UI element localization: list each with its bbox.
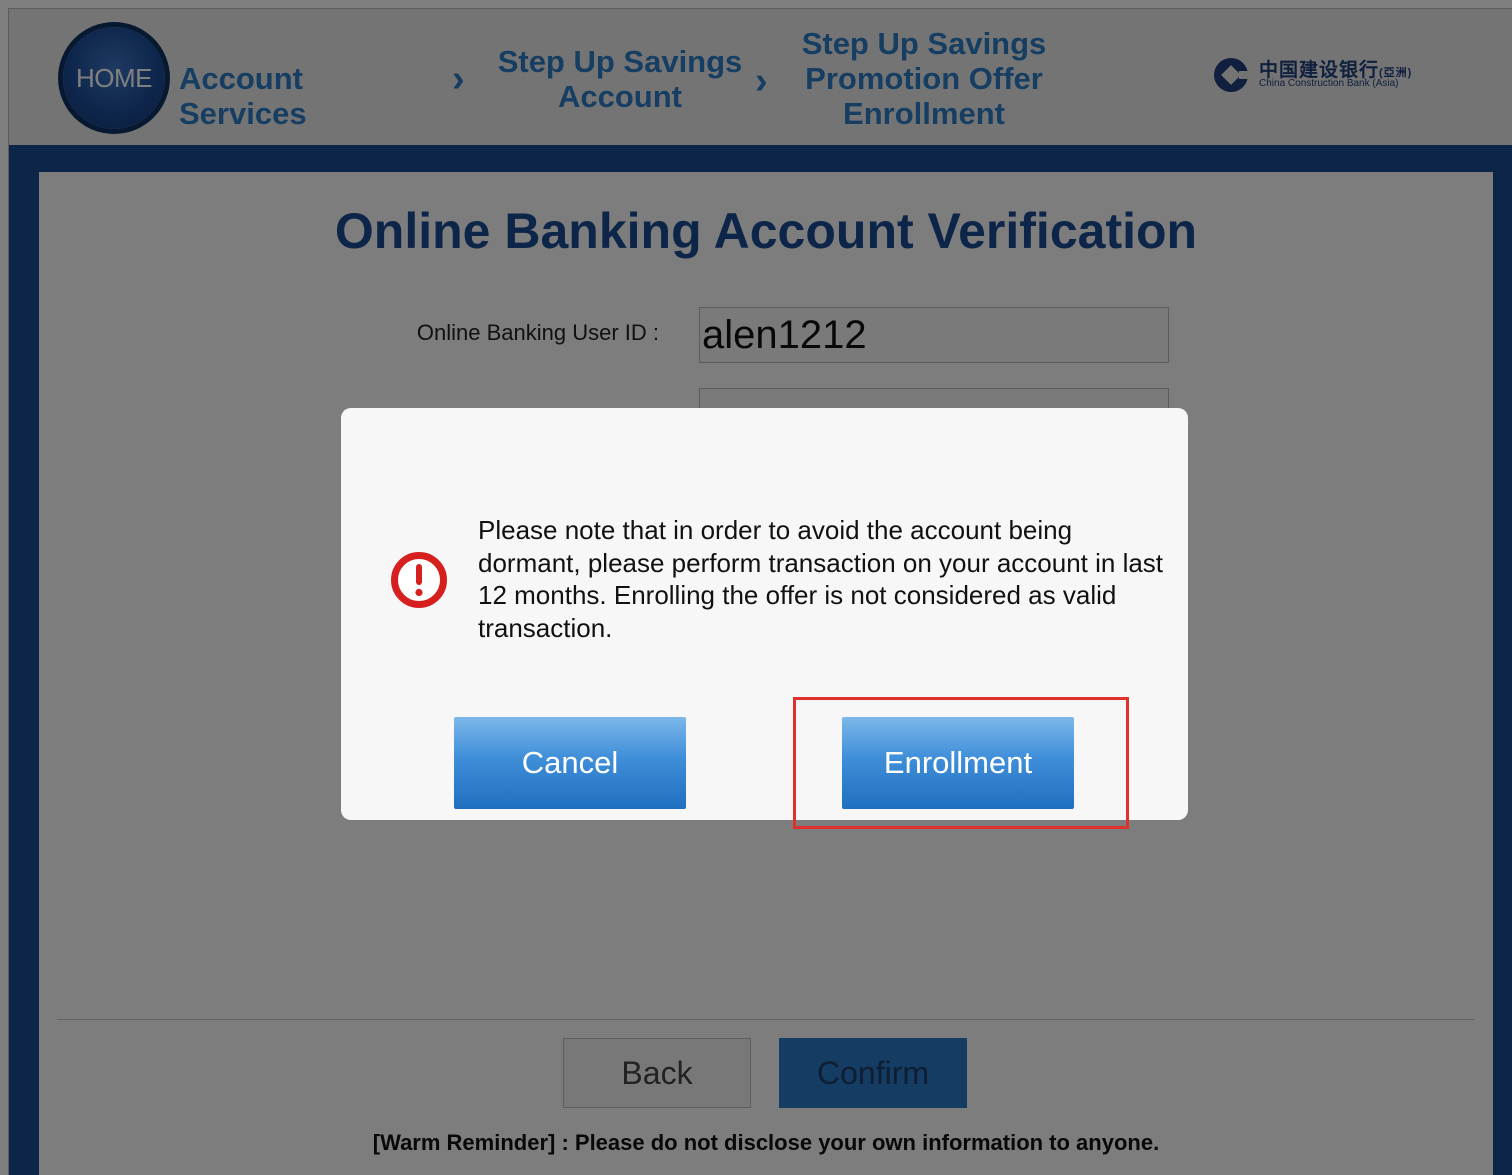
enrollment-highlight-box: [793, 697, 1129, 829]
dialog-message: Please note that in order to avoid the a…: [478, 515, 1164, 643]
cancel-button[interactable]: Cancel: [454, 717, 686, 809]
exclamation-circle-icon: [391, 552, 447, 608]
